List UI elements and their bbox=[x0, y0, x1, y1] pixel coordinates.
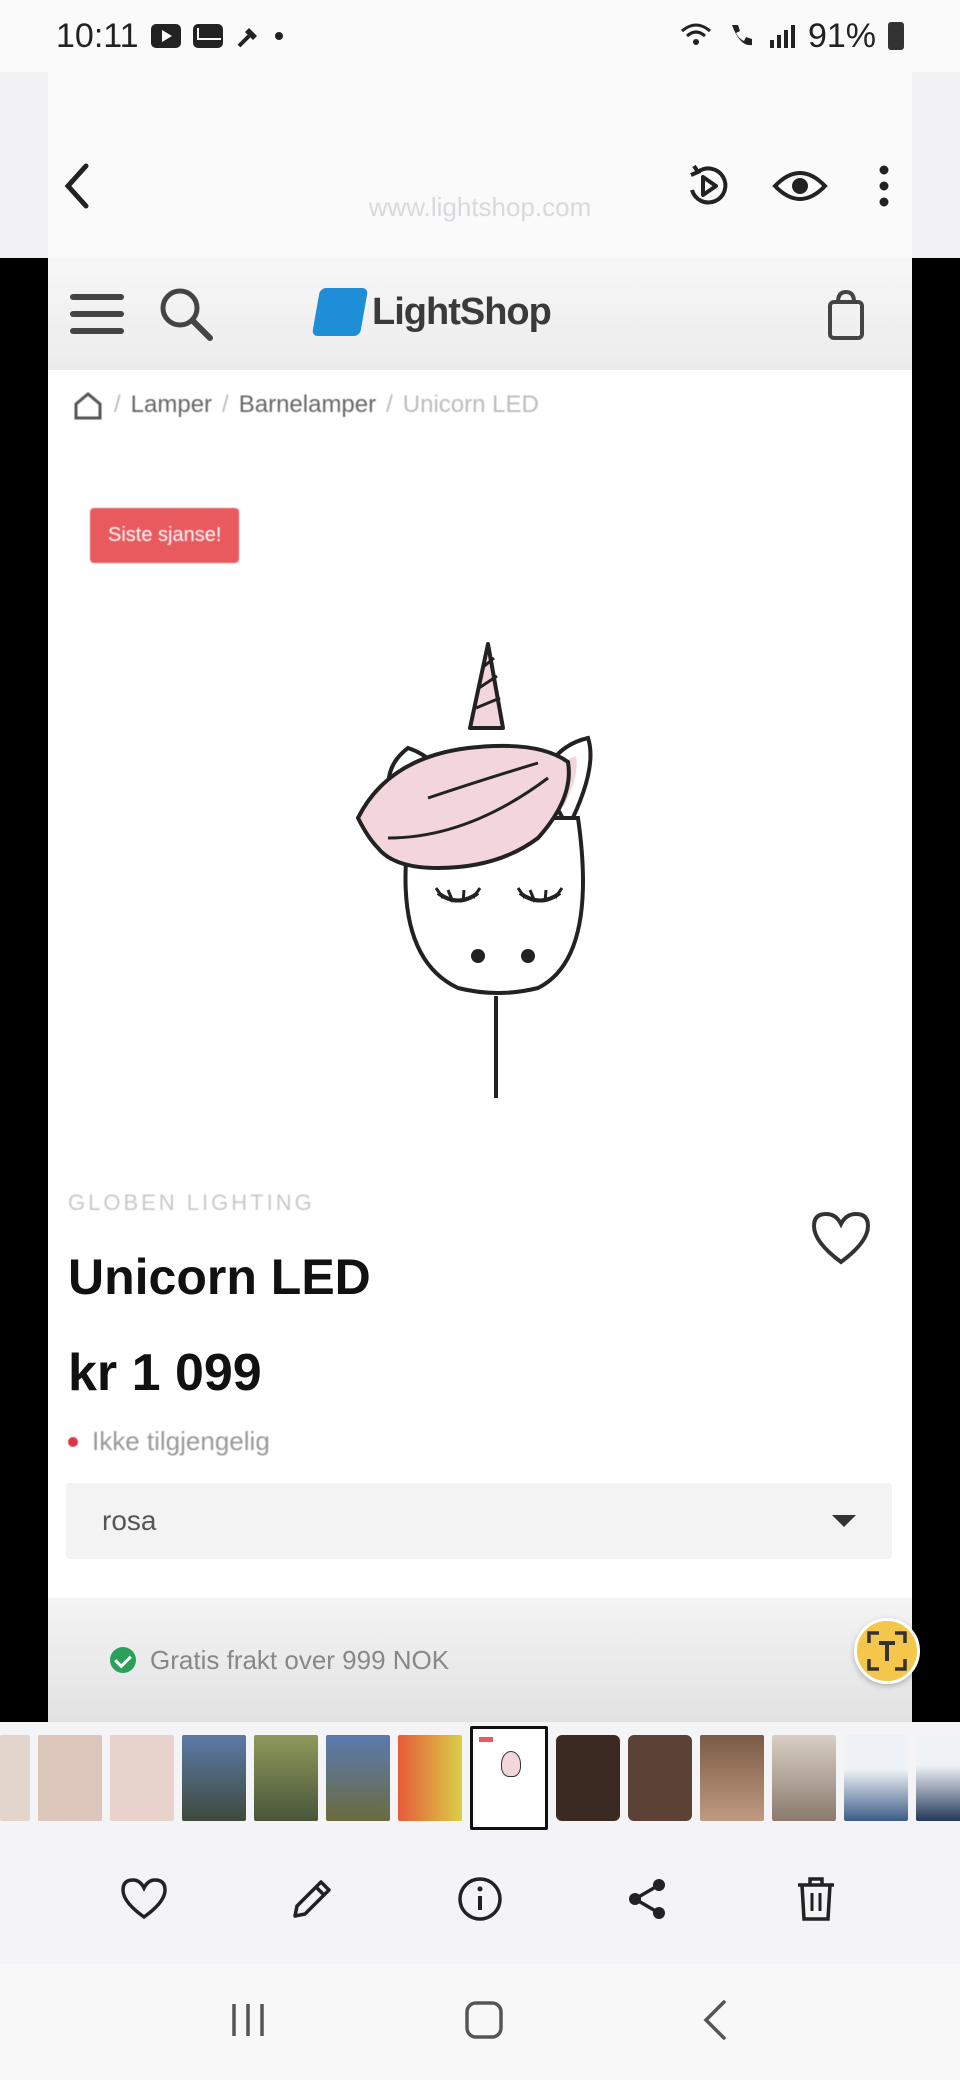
stock-status: Ikke tilgjengelig bbox=[68, 1426, 270, 1457]
breadcrumb: / Lamper / Barnelamper / Unicorn LED bbox=[48, 370, 912, 440]
thumbnail[interactable] bbox=[628, 1735, 692, 1821]
system-back-button[interactable] bbox=[698, 1998, 734, 2047]
action-bar bbox=[0, 1834, 960, 1964]
back-button[interactable] bbox=[50, 158, 106, 214]
breadcrumb-item: Barnelamper bbox=[238, 391, 377, 418]
thumbnail[interactable] bbox=[700, 1735, 764, 1821]
extract-text-button[interactable] bbox=[854, 1618, 920, 1684]
system-nav-bar bbox=[0, 1964, 960, 2080]
clock: 10:11 bbox=[56, 16, 139, 55]
dot-icon bbox=[274, 32, 283, 40]
logo-mark-icon bbox=[311, 288, 369, 336]
product-title: Unicorn LED bbox=[68, 1249, 371, 1305]
check-circle-icon bbox=[110, 1647, 136, 1673]
unicorn-thumb-icon bbox=[501, 1751, 521, 1777]
search-icon bbox=[160, 288, 213, 341]
share-icon bbox=[629, 1879, 665, 1919]
status-right: 91% bbox=[678, 17, 904, 56]
variant-selected-value: rosa bbox=[102, 1505, 157, 1536]
logo-text: LightShop bbox=[372, 290, 552, 333]
back-icon bbox=[703, 1999, 726, 2040]
thumbnail[interactable] bbox=[398, 1735, 462, 1821]
wifi-calling-icon bbox=[680, 23, 711, 45]
thumbnail[interactable] bbox=[916, 1735, 960, 1821]
pencil-icon bbox=[293, 1880, 331, 1918]
recents-button[interactable] bbox=[226, 2000, 270, 2045]
motion-photo-icon bbox=[690, 164, 728, 205]
stock-dot-icon bbox=[68, 1436, 78, 1447]
status-bar: 10:11 91% bbox=[0, 0, 960, 72]
favorite-button bbox=[810, 1210, 872, 1271]
shopping-bag-icon bbox=[828, 289, 864, 340]
thumbnail[interactable] bbox=[0, 1735, 30, 1821]
photo-viewer[interactable]: LightShop / Lamper / Barnelamper / Unico… bbox=[0, 258, 960, 1722]
more-options-button[interactable] bbox=[864, 154, 904, 218]
motion-photo-button[interactable] bbox=[676, 154, 740, 218]
thumbnail[interactable] bbox=[556, 1735, 620, 1821]
info-icon bbox=[458, 1877, 502, 1921]
webpage-screenshot: LightShop / Lamper / Barnelamper / Unico… bbox=[48, 258, 912, 1722]
home-button[interactable] bbox=[462, 1998, 506, 2047]
breadcrumb-current: Unicorn LED bbox=[402, 391, 539, 418]
battery-level: 91% bbox=[807, 16, 876, 55]
viewer-header: www.lightshop.com bbox=[0, 72, 960, 258]
shipping-info: Gratis frakt over 999 NOK bbox=[48, 1598, 912, 1722]
product-brand: GLOBEN LIGHTING bbox=[68, 1190, 315, 1215]
thumbnail-strip bbox=[0, 1722, 960, 1834]
mail-icon bbox=[192, 24, 223, 48]
shipping-note: Gratis frakt over 999 NOK bbox=[150, 1644, 450, 1675]
share-action-button[interactable] bbox=[616, 1867, 680, 1931]
call-icon bbox=[731, 25, 752, 46]
youtube-icon bbox=[150, 24, 181, 48]
sale-badge: Siste sjanse! bbox=[90, 508, 240, 563]
product-price: kr 1 099 bbox=[68, 1344, 262, 1402]
thumbnail[interactable] bbox=[844, 1735, 908, 1821]
stock-status-text: Ikke tilgjengelig bbox=[92, 1426, 270, 1456]
breadcrumb-item: Lamper bbox=[130, 391, 213, 418]
more-vert-icon bbox=[879, 165, 889, 207]
caret-down-icon bbox=[832, 1515, 856, 1527]
home-square-icon bbox=[465, 2000, 503, 2039]
thumbnail[interactable] bbox=[326, 1735, 390, 1821]
chevron-left-icon bbox=[64, 163, 89, 209]
signal-icon bbox=[769, 25, 795, 48]
status-left: 10:11 bbox=[56, 17, 283, 56]
heart-outline-icon bbox=[811, 1211, 871, 1265]
eye-icon bbox=[772, 171, 828, 201]
thumbnail-current[interactable] bbox=[470, 1726, 548, 1830]
thumbnail[interactable] bbox=[110, 1735, 174, 1821]
menu-icon bbox=[70, 294, 124, 334]
battery-icon bbox=[888, 22, 904, 50]
home-icon bbox=[74, 392, 102, 420]
variant-select: rosa bbox=[66, 1483, 892, 1559]
favorite-action-button[interactable] bbox=[112, 1867, 176, 1931]
recents-icon bbox=[232, 2003, 264, 2036]
delete-action-button[interactable] bbox=[784, 1867, 848, 1931]
heart-icon bbox=[121, 1878, 167, 1920]
thumbnail[interactable] bbox=[38, 1735, 102, 1821]
site-logo: LightShop bbox=[311, 288, 552, 336]
unicorn-lamp-image bbox=[355, 642, 593, 1098]
view-button[interactable] bbox=[766, 154, 834, 218]
trash-icon bbox=[798, 1877, 834, 1921]
edit-action-button[interactable] bbox=[280, 1867, 344, 1931]
thumbnail[interactable] bbox=[254, 1735, 318, 1821]
text-scan-icon bbox=[867, 1631, 907, 1671]
tool-icon bbox=[237, 28, 257, 48]
thumbnail[interactable] bbox=[182, 1735, 246, 1821]
thumbnail[interactable] bbox=[772, 1735, 836, 1821]
details-action-button[interactable] bbox=[448, 1867, 512, 1931]
site-header: LightShop bbox=[48, 258, 912, 370]
